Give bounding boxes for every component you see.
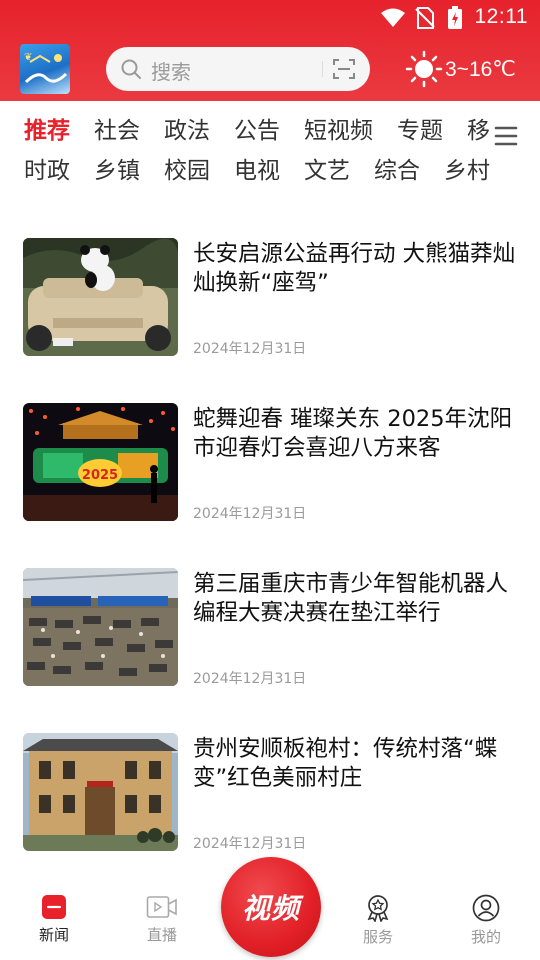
nav-live[interactable]: 直播 <box>122 894 202 945</box>
nav-mine[interactable]: 我的 <box>446 894 526 947</box>
tab-campus[interactable]: 校园 <box>164 151 210 191</box>
video-center-button[interactable]: 视频 <box>221 857 321 957</box>
video-button-label: 视频 <box>241 892 300 925</box>
news-thumbnail: 2025 <box>23 403 178 521</box>
news-item[interactable]: 第三届重庆市青少年智能机器人编程大赛决赛在垫江举行 2024年12月31日 <box>0 568 540 708</box>
svg-text:2025: 2025 <box>82 468 118 483</box>
status-time: 12:11 <box>474 5 528 28</box>
nav-live-label: 直播 <box>146 926 177 944</box>
tab-announcement[interactable]: 公告 <box>234 111 280 151</box>
news-thumbnail <box>23 733 178 851</box>
tab-general[interactable]: 综合 <box>374 151 420 191</box>
tab-society[interactable]: 社会 <box>94 111 140 151</box>
tab-tv[interactable]: 电视 <box>234 151 280 191</box>
news-icon <box>42 895 66 919</box>
news-thumbnail <box>23 568 178 686</box>
news-item[interactable]: 长安启源公益再行动 大熊猫莽灿灿换新“座驾” 2024年12月31日 <box>0 238 540 378</box>
status-bar: 12:11 <box>0 0 540 36</box>
news-title: 长安启源公益再行动 大熊猫莽灿灿换新“座驾” <box>193 241 516 296</box>
channel-tabs: 推荐 社会 政法 公告 短视频 专题移 时政 乡镇 校园 电视 文艺 综合 乡村 <box>0 101 540 199</box>
tab-recommend[interactable]: 推荐 <box>24 111 70 151</box>
search-placeholder: 搜索 <box>151 60 191 84</box>
news-item[interactable]: 贵州安顺板袍村：传统村落“蝶变”红色美丽村庄 2024年12月31日 <box>0 733 540 873</box>
live-camera-icon <box>146 896 177 918</box>
top-header: 12:11 ❦ 搜索 3~16℃ <box>0 0 540 101</box>
search-bar[interactable]: 搜索 <box>106 47 370 91</box>
news-date: 2024年12月31日 <box>193 836 307 852</box>
tab-politics-law[interactable]: 政法 <box>164 111 210 151</box>
wifi-icon <box>380 8 406 32</box>
service-badge-icon <box>367 895 389 922</box>
nav-service[interactable]: 服务 <box>338 894 418 947</box>
no-sim-icon <box>415 7 435 33</box>
channel-row-2: 时政 乡镇 校园 电视 文艺 综合 乡村 <box>24 151 490 191</box>
profile-icon <box>472 894 500 922</box>
battery-icon <box>447 6 463 34</box>
nav-news-label: 新闻 <box>38 926 69 944</box>
app-logo[interactable]: ❦ <box>20 44 70 94</box>
news-date: 2024年12月31日 <box>193 671 307 687</box>
tab-topics[interactable]: 专题 <box>397 111 443 151</box>
channel-menu-icon[interactable] <box>494 125 518 151</box>
news-thumbnail <box>23 238 178 356</box>
tab-arts[interactable]: 文艺 <box>304 151 350 191</box>
weather-temperature: 3~16℃ <box>445 58 516 81</box>
search-icon <box>120 58 142 84</box>
tab-rural[interactable]: 乡村 <box>444 151 490 191</box>
news-date: 2024年12月31日 <box>193 506 307 522</box>
nav-news[interactable]: 新闻 <box>14 894 94 945</box>
nav-service-label: 服务 <box>362 928 393 946</box>
news-item[interactable]: 2025 蛇舞迎春 璀璨关东 2025年沈阳市迎春灯会喜迎八方来客 2024年1… <box>0 403 540 543</box>
news-title: 蛇舞迎春 璀璨关东 2025年沈阳市迎春灯会喜迎八方来客 <box>193 406 513 461</box>
search-divider <box>322 61 323 77</box>
tab-short-video[interactable]: 短视频 <box>304 111 373 151</box>
news-title: 贵州安顺板袍村：传统村落“蝶变”红色美丽村庄 <box>193 736 498 791</box>
nav-mine-label: 我的 <box>470 928 501 946</box>
channel-row-1: 推荐 社会 政法 公告 短视频 专题移 <box>24 111 490 151</box>
scan-icon[interactable] <box>332 58 356 84</box>
tab-current-affairs[interactable]: 时政 <box>24 151 70 191</box>
tab-more-partial[interactable]: 移 <box>467 111 490 151</box>
news-title: 第三届重庆市青少年智能机器人编程大赛决赛在垫江举行 <box>193 571 509 626</box>
news-date: 2024年12月31日 <box>193 341 307 357</box>
tab-towns[interactable]: 乡镇 <box>94 151 140 191</box>
sun-icon <box>405 50 443 92</box>
